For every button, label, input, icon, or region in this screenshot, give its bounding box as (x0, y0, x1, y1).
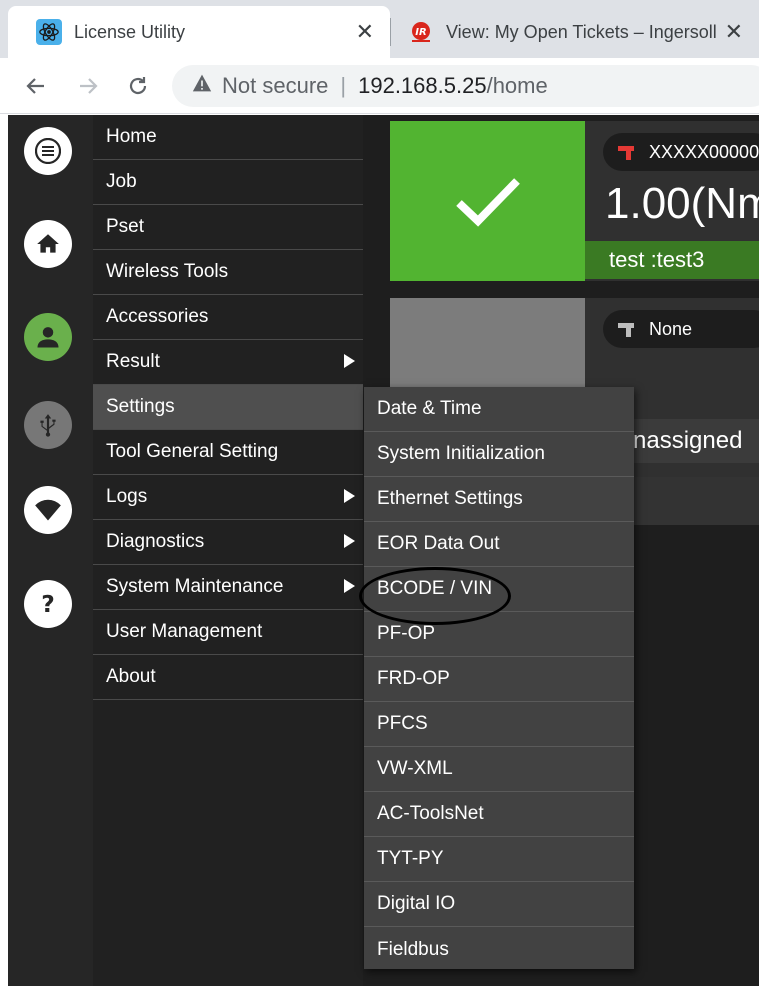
menu-item-about[interactable]: About (93, 655, 363, 700)
menu-item-label: Result (106, 351, 160, 372)
tool-icon (617, 320, 635, 338)
tool1-torque: 1.00(Nm (605, 179, 759, 228)
submenu-item-ac-toolsnet[interactable]: AC-ToolsNet (364, 792, 634, 837)
menu-item-label: Job (106, 171, 137, 192)
ingersoll-rand-favicon-icon: IR (408, 19, 434, 45)
tool2-status-tile[interactable] (390, 298, 585, 393)
menu-item-wireless-tools[interactable]: Wireless Tools (93, 250, 363, 295)
submenu-item-tyt-py[interactable]: TYT-PY (364, 837, 634, 882)
svg-text:IR: IR (415, 27, 426, 38)
tool1-chip[interactable]: XXXXX00000 (603, 133, 759, 171)
forward-arrow-icon[interactable] (72, 70, 104, 102)
tool1-job: test :test3 (585, 241, 759, 279)
back-arrow-icon[interactable] (20, 70, 52, 102)
menu-item-settings[interactable]: Settings (93, 385, 363, 430)
browser-tab-bar: License Utility ✕ IR View: My Open Ticke… (0, 0, 759, 58)
tool1-status-tile[interactable] (390, 121, 585, 281)
menu-icon[interactable] (24, 127, 72, 175)
menu-item-label: About (106, 666, 156, 687)
tab-title: View: My Open Tickets – Ingersoll (446, 21, 717, 42)
tab-separator (390, 18, 391, 46)
submenu-item-system-initialization[interactable]: System Initialization (364, 432, 634, 477)
icon-rail: ? (8, 115, 93, 986)
submenu-item-digital-io[interactable]: Digital IO (364, 882, 634, 927)
menu-item-label: Wireless Tools (106, 261, 229, 282)
menu-item-label: Diagnostics (106, 531, 205, 552)
submenu-item-frd-op[interactable]: FRD-OP (364, 657, 634, 702)
url-path: /home (486, 73, 548, 98)
menu-item-accessories[interactable]: Accessories (93, 295, 363, 340)
submenu-item-ethernet-settings[interactable]: Ethernet Settings (364, 477, 634, 522)
menu-item-result[interactable]: Result (93, 340, 363, 385)
address-divider: | (340, 73, 347, 98)
submenu-item-fieldbus[interactable]: Fieldbus (364, 927, 634, 972)
submenu-arrow-icon (344, 354, 355, 368)
controller-app: ? Home Job Pset Wireless Tools Accessories Re… (8, 115, 759, 986)
menu-item-job[interactable]: Job (93, 160, 363, 205)
menu-item-label: Accessories (106, 306, 209, 327)
submenu-item-bcode-vin[interactable]: BCODE / VIN (364, 567, 634, 612)
user-icon[interactable] (24, 313, 72, 361)
settings-submenu: Date & Time System Initialization Ethernet… (364, 387, 634, 969)
help-icon[interactable]: ? (24, 580, 72, 628)
submenu-item-pfcs[interactable]: PFCS (364, 702, 634, 747)
submenu-arrow-icon (344, 579, 355, 593)
menu-item-label: Tool General Setting (106, 441, 279, 462)
menu-item-label: Home (106, 126, 157, 147)
security-label[interactable]: Not secure (222, 73, 328, 99)
url-host: 192.168.5.25 (358, 73, 487, 98)
tab-open-tickets[interactable]: IR View: My Open Tickets – Ingersoll ✕ (392, 6, 759, 58)
menu-item-tool-general-setting[interactable]: Tool General Setting (93, 430, 363, 475)
close-icon[interactable]: ✕ (725, 19, 743, 45)
react-favicon-icon (36, 19, 62, 45)
tool-icon (617, 143, 635, 161)
menu-item-label: Pset (106, 216, 145, 237)
wifi-icon[interactable] (24, 486, 72, 534)
submenu-arrow-icon (344, 534, 355, 548)
svg-text:?: ? (41, 590, 55, 618)
warning-icon[interactable] (192, 73, 212, 99)
submenu-item-vw-xml[interactable]: VW-XML (364, 747, 634, 792)
submenu-item-date-time[interactable]: Date & Time (364, 387, 634, 432)
tool1-name: XXXXX00000 (649, 141, 759, 162)
tool1-panel: XXXXX00000 1.00(Nm test :test3 (585, 121, 759, 281)
submenu-arrow-icon (344, 489, 355, 503)
menu-item-home[interactable]: Home (93, 115, 363, 160)
menu-item-label: System Maintenance (106, 576, 284, 597)
tool2-name: None (649, 318, 693, 339)
close-icon[interactable]: ✕ (356, 19, 374, 45)
menu-item-label: Logs (106, 486, 148, 507)
submenu-item-eor-data-out[interactable]: EOR Data Out (364, 522, 634, 567)
tab-license-utility[interactable]: License Utility ✕ (8, 6, 390, 58)
menu-item-user-management[interactable]: User Management (93, 610, 363, 655)
reload-icon[interactable] (122, 70, 154, 102)
browser-toolbar: Not secure | 192.168.5.25 /home (0, 58, 759, 114)
menu-item-diagnostics[interactable]: Diagnostics (93, 520, 363, 565)
address-bar[interactable]: Not secure | 192.168.5.25 /home (172, 65, 759, 107)
home-icon[interactable] (24, 220, 72, 268)
menu-item-label: User Management (106, 621, 263, 642)
submenu-item-pf-op[interactable]: PF-OP (364, 612, 634, 657)
menu-item-label: Settings (106, 396, 175, 417)
tab-title: License Utility (74, 21, 186, 42)
main-menu: Home Job Pset Wireless Tools Accessories Resu… (93, 115, 363, 986)
usb-icon[interactable] (24, 401, 72, 449)
tool2-chip[interactable]: None (603, 310, 759, 348)
menu-item-system-maintenance[interactable]: System Maintenance (93, 565, 363, 610)
menu-item-pset[interactable]: Pset (93, 205, 363, 250)
menu-item-logs[interactable]: Logs (93, 475, 363, 520)
